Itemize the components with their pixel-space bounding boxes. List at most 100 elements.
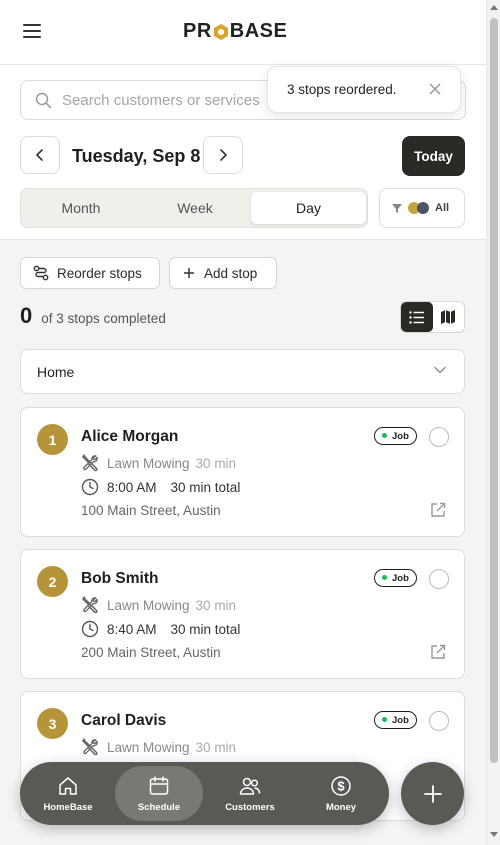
current-date-title: Tuesday, Sep 8	[72, 146, 201, 166]
nav-customers[interactable]: Customers	[206, 766, 294, 821]
tools-icon	[82, 454, 98, 472]
nav-schedule-label: Schedule	[137, 801, 181, 813]
hamburger-icon[interactable]	[23, 24, 41, 38]
time-row: 8:00 AM 30 min total	[81, 478, 240, 496]
reorder-route-icon	[33, 265, 49, 281]
logo-hexagon-icon	[213, 23, 228, 40]
calendar-icon	[149, 775, 169, 795]
logo-text-left: PR	[183, 20, 212, 42]
close-icon[interactable]	[426, 80, 444, 98]
prev-day-button[interactable]	[20, 136, 60, 174]
service-name: Lawn Mowing	[107, 739, 190, 755]
scroll-up-arrow-icon[interactable]	[490, 5, 498, 10]
external-link-icon[interactable]	[429, 501, 447, 519]
list-icon	[409, 310, 424, 324]
total-duration: 30 min total	[170, 479, 241, 495]
list-view-button[interactable]	[401, 302, 433, 332]
reorder-stops-label: Reorder stops	[57, 265, 142, 281]
logo-text-right: BASE	[229, 20, 288, 42]
complete-checkbox[interactable]	[429, 569, 449, 589]
list-map-toggle	[400, 301, 465, 333]
stop-card[interactable]: 1 Alice Morgan Job Lawn Mowing 30 min 8:…	[20, 407, 465, 537]
scrollbar-thumb[interactable]	[490, 18, 498, 763]
tools-icon	[82, 738, 98, 756]
job-badge: Job	[374, 569, 417, 587]
start-time: 8:00 AM	[107, 479, 157, 495]
filter-icon	[392, 204, 402, 213]
clock-icon	[81, 478, 99, 496]
service-duration: 30 min	[195, 739, 237, 755]
tab-week[interactable]: Week	[137, 192, 253, 224]
job-badge: Job	[374, 427, 417, 445]
clock-icon	[81, 620, 99, 638]
svg-text:$: $	[337, 778, 345, 793]
nav-money[interactable]: $ Money	[297, 766, 385, 821]
chevron-right-icon	[220, 149, 227, 161]
customer-name: Bob Smith	[81, 570, 159, 587]
start-location-label: Home	[37, 363, 75, 380]
add-stop-button[interactable]: Add stop	[169, 257, 277, 289]
customer-name: Alice Morgan	[81, 428, 179, 445]
stop-number: 3	[37, 708, 68, 739]
filter-label: All	[435, 202, 450, 214]
app-header: PR BASE	[0, 0, 486, 65]
today-button[interactable]: Today	[402, 136, 465, 176]
service-name: Lawn Mowing	[107, 597, 190, 613]
schedule-controls: Tuesday, Sep 8 Today Month Week Day All	[0, 120, 486, 240]
external-link-icon[interactable]	[429, 643, 447, 661]
add-fab-button[interactable]	[401, 762, 464, 825]
probase-logo[interactable]: PR BASE	[183, 20, 287, 43]
filter-button[interactable]: All	[379, 188, 465, 228]
stop-number: 1	[37, 424, 68, 455]
scroll-down-arrow-icon[interactable]	[490, 832, 498, 837]
service-duration: 30 min	[195, 597, 237, 613]
users-icon	[239, 777, 261, 795]
add-stop-label: Add stop	[204, 265, 258, 281]
job-badge: Job	[374, 711, 417, 729]
tab-day[interactable]: Day	[251, 192, 366, 224]
tab-month[interactable]: Month	[23, 192, 139, 224]
nav-money-label: Money	[325, 801, 357, 813]
start-time: 8:40 AM	[107, 621, 157, 637]
toast-message: 3 stops reordered.	[287, 82, 397, 97]
service-name: Lawn Mowing	[107, 455, 190, 471]
chevron-left-icon	[36, 149, 43, 161]
service-row: Lawn Mowing 30 min	[81, 454, 236, 472]
tools-icon	[82, 596, 98, 614]
completed-count: 0	[20, 303, 33, 328]
toggle-dots-icon	[408, 202, 429, 214]
search-icon	[35, 92, 52, 108]
complete-checkbox[interactable]	[429, 427, 449, 447]
view-segmented-control: Month Week Day	[20, 188, 368, 228]
stop-card[interactable]: 2 Bob Smith Job Lawn Mowing 30 min 8:40 …	[20, 549, 465, 679]
bottom-navigation: HomeBase Schedule Customers $ Money	[20, 762, 389, 825]
stop-number: 2	[37, 566, 68, 597]
nav-homebase[interactable]: HomeBase	[24, 766, 112, 821]
home-icon	[59, 776, 77, 795]
service-row: Lawn Mowing 30 min	[81, 596, 236, 614]
stops-progress: 0 of 3 stops completed	[20, 303, 166, 329]
start-location-select[interactable]: Home	[20, 349, 465, 394]
complete-checkbox[interactable]	[429, 711, 449, 731]
total-duration: 30 min total	[170, 621, 241, 637]
reorder-stops-button[interactable]: Reorder stops	[20, 257, 160, 289]
next-day-button[interactable]	[203, 136, 243, 174]
stop-address: 200 Main Street, Austin	[81, 645, 221, 660]
nav-schedule[interactable]: Schedule	[115, 766, 203, 821]
page-scrollbar[interactable]	[486, 0, 500, 845]
service-row: Lawn Mowing 30 min	[81, 738, 236, 756]
toast-notification: 3 stops reordered.	[267, 66, 461, 113]
nav-homebase-label: HomeBase	[43, 801, 93, 813]
service-duration: 30 min	[195, 455, 237, 471]
stop-address: 100 Main Street, Austin	[81, 503, 221, 518]
chevron-down-icon	[434, 366, 446, 374]
plus-icon	[423, 784, 442, 803]
plus-icon	[184, 268, 194, 278]
time-row: 8:40 AM 30 min total	[81, 620, 240, 638]
map-icon	[441, 310, 456, 324]
dollar-icon: $	[331, 775, 351, 796]
map-view-button[interactable]	[433, 302, 465, 332]
nav-customers-label: Customers	[225, 801, 275, 813]
completed-text: of 3 stops completed	[41, 311, 166, 326]
customer-name: Carol Davis	[81, 712, 167, 729]
